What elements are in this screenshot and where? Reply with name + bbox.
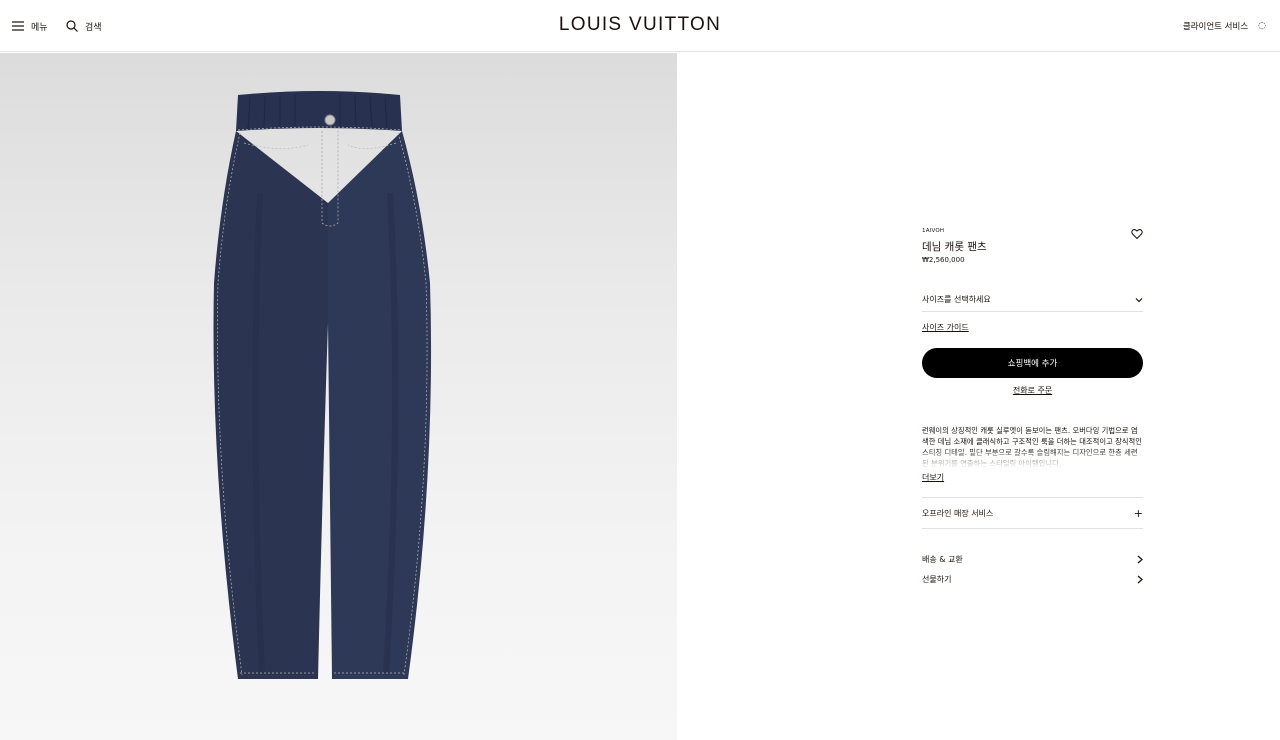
shipping-exchange-link[interactable]: 배송 & 교환 (922, 552, 1143, 566)
chevron-right-icon (1137, 575, 1143, 583)
product-price: ₩2,560,000 (922, 256, 965, 264)
size-selector[interactable]: 사이즈를 선택하세요 (922, 288, 1143, 312)
offline-service-label: 오프라인 매장 서비스 (922, 508, 994, 518)
shipping-label: 배송 & 교환 (922, 554, 963, 564)
brand-logo[interactable]: LOUIS VUITTON (0, 14, 1280, 36)
site-header: 메뉴 검색 LOUIS VUITTON 클라이언트 서비스 ◌ (0, 0, 1280, 52)
partial-icon: ◌ (1258, 21, 1266, 31)
read-more-link[interactable]: 더보기 (922, 472, 944, 483)
product-sku: 1AIVOH (922, 228, 945, 234)
product-image[interactable] (0, 53, 677, 740)
product-description: 런웨이의 상징적인 캐롯 실루엣이 돋보이는 팬츠. 오버다잉 기법으로 염색한… (922, 426, 1142, 467)
offline-store-service[interactable]: 오프라인 매장 서비스 + (922, 497, 1143, 529)
gift-link[interactable]: 선물하기 (922, 572, 1143, 586)
chevron-right-icon (1137, 555, 1143, 563)
size-select-label: 사이즈를 선택하세요 (922, 295, 991, 304)
gift-label: 선물하기 (922, 574, 952, 584)
client-service-link[interactable]: 클라이언트 서비스 ◌ (1183, 0, 1266, 52)
chevron-down-icon (1135, 297, 1143, 302)
phone-order-link[interactable]: 전화로 주문 (922, 385, 1143, 396)
denim-pants-image (213, 91, 432, 679)
plus-icon: + (1133, 506, 1143, 520)
product-title: 데님 캐롯 팬츠 (922, 241, 987, 253)
heart-icon[interactable] (1131, 228, 1143, 240)
product-info: 1AIVOH 데님 캐롯 팬츠 ₩2,560,000 사이즈를 선택하세요 사이… (922, 228, 1143, 584)
size-guide-link[interactable]: 사이즈 가이드 (922, 322, 969, 333)
client-service-label: 클라이언트 서비스 (1182, 22, 1249, 32)
add-to-bag-button[interactable]: 쇼핑백에 추가 (922, 348, 1143, 378)
